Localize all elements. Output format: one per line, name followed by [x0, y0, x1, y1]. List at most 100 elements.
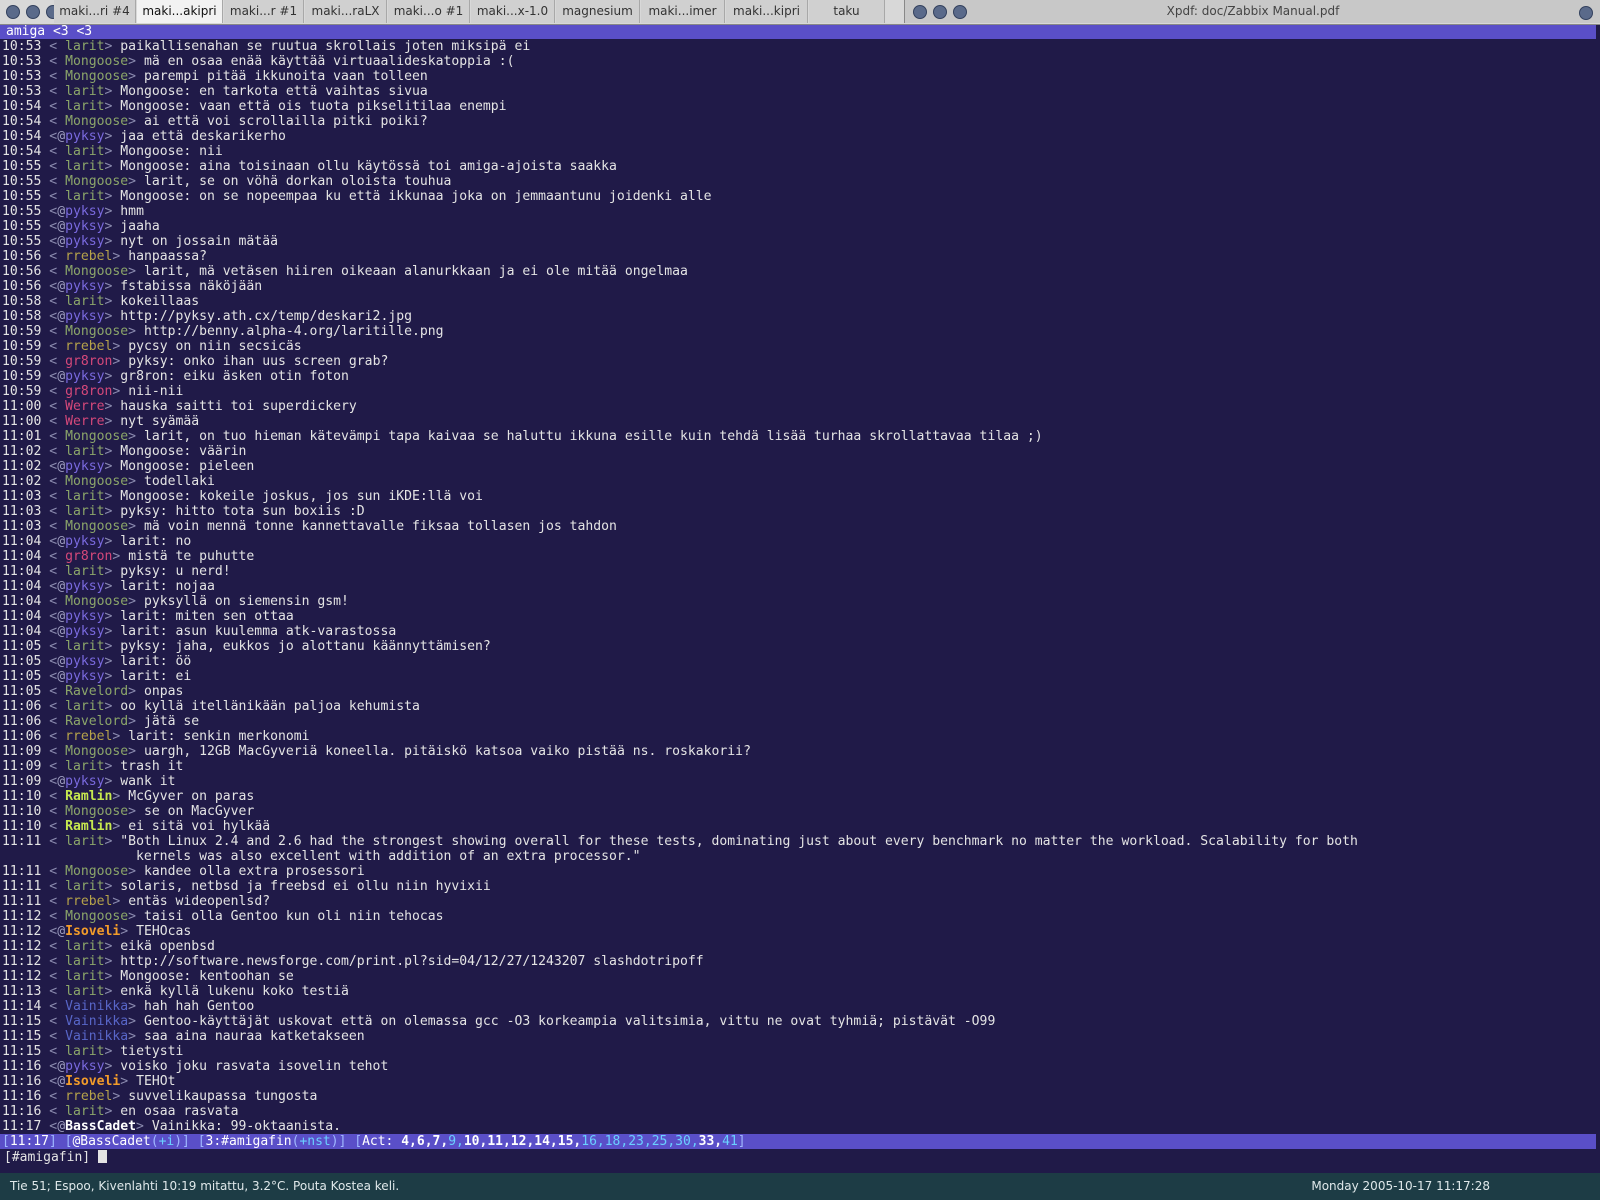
tab-item[interactable]: maki...r #1 — [224, 0, 304, 23]
text-cursor[interactable] — [98, 1150, 108, 1163]
chat-line: 10:55 < larit> Mongoose: on se nopeempaa… — [2, 189, 1596, 204]
bracket-close: > — [128, 684, 144, 699]
chat-nick: Mongoose — [65, 804, 129, 819]
weather-info: Tie 51; Espoo, Kivenlahti 10:19 mitattu,… — [10, 1179, 400, 1193]
bracket-open: < — [41, 294, 58, 309]
bracket-close: > — [104, 369, 121, 384]
status-bar: [11:17] [@BassCadet(+i)] [3:#amigafin(+n… — [0, 1134, 1596, 1149]
chat-message: larit, mä vetäsen hiiren oikeaan alanurk… — [143, 264, 688, 279]
tab-item[interactable]: maki...o #1 — [388, 0, 470, 23]
chat-message: TEHOt — [136, 1074, 176, 1089]
tab-item[interactable]: maki...akipri — [137, 0, 223, 23]
chat-message: larit: no — [120, 534, 192, 549]
chat-message: ei sitä voi hylkää — [128, 819, 271, 834]
bracket-open: < — [41, 609, 58, 624]
chat-message: http://pyksy.ath.cx/temp/deskari2.jpg — [120, 309, 412, 324]
tab-item[interactable]: magnesium — [556, 0, 640, 23]
input-prompt: [#amigafin] — [4, 1150, 91, 1165]
bracket-open: < — [41, 924, 58, 939]
bracket-open: < — [41, 909, 58, 924]
chat-timestamp: 11:12 — [2, 969, 42, 984]
bracket-open: < — [41, 774, 58, 789]
bracket-open: < — [41, 729, 58, 744]
chat-message: entäs wideopenlsd? — [128, 894, 271, 909]
chat-line: 10:55 <@pyksy> nyt on jossain mätää — [2, 234, 1596, 249]
bracket-close: > — [104, 654, 121, 669]
status-act-bold: 10,11,12,14,15, — [463, 1134, 582, 1149]
chat-nick: Isoveli — [65, 924, 121, 939]
nick-mode: @ — [57, 204, 66, 219]
chat-nick: larit — [65, 189, 105, 204]
close-icon[interactable] — [6, 5, 20, 19]
nick-mode — [57, 144, 65, 159]
chat-line: 11:05 <@pyksy> larit: ei — [2, 669, 1596, 684]
input-line[interactable]: [#amigafin] — [4, 1150, 108, 1166]
bracket-open: < — [41, 339, 58, 354]
nick-mode — [57, 399, 65, 414]
chat-line: 11:04 <@pyksy> larit: miten sen ottaa — [2, 609, 1596, 624]
close-icon[interactable] — [1579, 6, 1593, 20]
chat-timestamp: 11:13 — [2, 984, 42, 999]
status-act-label: Act: — [362, 1134, 394, 1149]
chat-message: kokeillaas — [120, 294, 200, 309]
chat-line: 10:58 <@pyksy> http://pyksy.ath.cx/temp/… — [2, 309, 1596, 324]
chat-message: Mongoose: pieleen — [120, 459, 255, 474]
chat-line: 11:09 < Mongoose> uargh, 12GB MacGyveriä… — [2, 744, 1596, 759]
bracket-open: < — [41, 414, 58, 429]
chat-timestamp: 10:58 — [2, 309, 42, 324]
bracket-close: > — [112, 729, 129, 744]
status-chanmode: +nst — [299, 1134, 331, 1149]
minimize-icon[interactable] — [26, 5, 40, 19]
nick-mode: @ — [57, 1059, 66, 1074]
chat-timestamp: 10:54 — [2, 114, 42, 129]
chat-line: 11:00 < Werre> hauska saitti toi superdi… — [2, 399, 1596, 414]
tab-item[interactable]: maki...kipri — [726, 0, 808, 23]
chat-nick: Mongoose — [65, 174, 129, 189]
chat-nick: larit — [65, 294, 105, 309]
chat-timestamp: 11:11 — [2, 894, 42, 909]
chat-timestamp: 11:09 — [2, 774, 42, 789]
xpdf-titlebar[interactable]: Xpdf: doc/Zabbix Manual.pdf — [904, 0, 1600, 23]
chat-timestamp: 11:01 — [2, 429, 42, 444]
chat-line: 11:09 < larit> trash it — [2, 759, 1596, 774]
chat-timestamp: 11:17 — [2, 1119, 42, 1134]
nick-mode: @ — [57, 534, 66, 549]
bracket-open: < — [41, 639, 58, 654]
chat-line: 11:01 < Mongoose> larit, on tuo hieman k… — [2, 429, 1596, 444]
chat-line: 11:13 < larit> enkä kyllä lukenu koko te… — [2, 984, 1596, 999]
bracket-close: > — [128, 864, 144, 879]
bracket-close: > — [104, 294, 121, 309]
bracket-close: > — [104, 219, 121, 234]
tab-item[interactable]: taku — [809, 0, 885, 23]
tab-item[interactable]: maki...ri #4 — [54, 0, 136, 23]
chat-message: enkä kyllä lukenu koko testiä — [120, 984, 349, 999]
bracket-open: < — [41, 1029, 58, 1044]
nick-mode — [57, 894, 65, 909]
nick-mode — [57, 744, 65, 759]
bracket-open: < — [41, 159, 58, 174]
chat-message: larit, on tuo hieman kätevämpi tapa kaiv… — [143, 429, 1043, 444]
nick-mode — [57, 1029, 65, 1044]
chat-nick: Mongoose — [65, 594, 129, 609]
bracket-close: > — [104, 444, 121, 459]
chat-message: uargh, 12GB MacGyveriä koneella. pitäisk… — [143, 744, 751, 759]
chat-message: Mongoose: on se nopeempaa ku että ikkuna… — [120, 189, 712, 204]
chat-line: 10:59 <@pyksy> gr8ron: eiku äsken otin f… — [2, 369, 1596, 384]
chat-nick: pyksy — [65, 624, 105, 639]
chat-timestamp: 11:16 — [2, 1089, 42, 1104]
nick-mode — [57, 864, 65, 879]
clock[interactable]: Monday 2005-10-17 11:17:28 — [1311, 1173, 1490, 1200]
bracket-open: < — [41, 744, 58, 759]
chat-line: 11:10 < Ramlin> ei sitä voi hylkää — [2, 819, 1596, 834]
tab-item[interactable]: maki...raLX — [305, 0, 387, 23]
tab-item[interactable]: maki...imer — [641, 0, 725, 23]
nick-mode — [57, 429, 65, 444]
bracket-open: < — [41, 504, 58, 519]
tab-item[interactable]: maki...x-1.0 — [471, 0, 555, 23]
status-act-cyan: 16,18,23,25,30, — [581, 1134, 699, 1149]
chat-nick: pyksy — [65, 204, 105, 219]
nick-mode — [57, 909, 65, 924]
chat-timestamp: 11:02 — [2, 444, 42, 459]
chat-nick: larit — [65, 159, 105, 174]
bracket-close: > — [128, 474, 144, 489]
